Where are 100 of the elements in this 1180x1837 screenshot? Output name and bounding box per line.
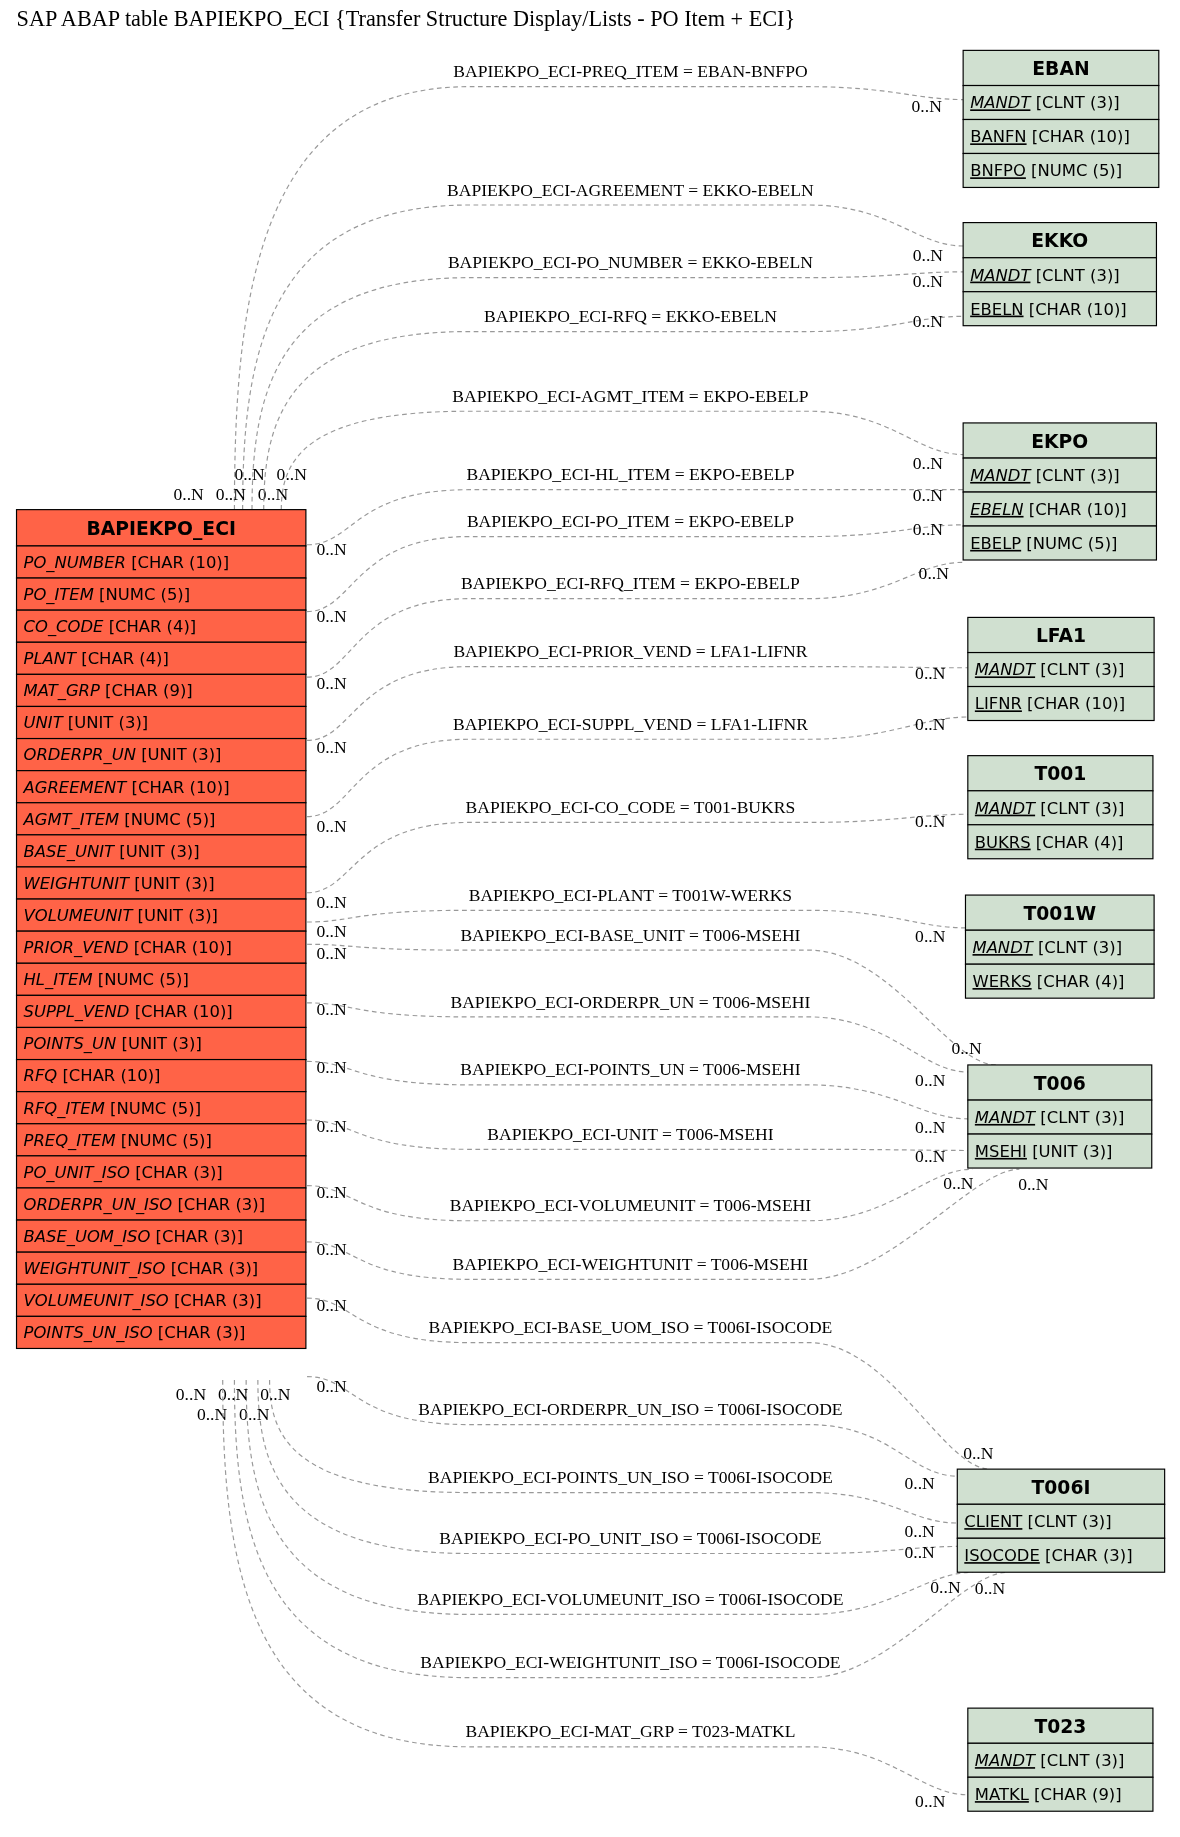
cardinality-label: 0..N (316, 921, 347, 942)
cardinality-label: 0..N (915, 663, 946, 684)
relation-label: BAPIEKPO_ECI-PO_UNIT_ISO = T006I-ISOCODE (439, 1528, 822, 1549)
field-label: AGMT_ITEM [NUMC (5)] (23, 809, 216, 829)
cardinality-label: 0..N (316, 1294, 347, 1315)
field-label: RFQ_ITEM [NUMC (5)] (23, 1098, 202, 1118)
field-label: MANDT [CLNT (3)] (974, 798, 1125, 818)
cardinality-label: 0..N (196, 1403, 228, 1424)
cardinality-label: 0..N (316, 1057, 347, 1078)
cardinality-label: 0..N (915, 1070, 946, 1091)
field-label: PO_UNIT_ISO [CHAR (3)] (23, 1162, 223, 1182)
cardinality-label: 0..N (912, 519, 943, 540)
cardinality-label: 0..N (257, 484, 289, 505)
relation-label: BAPIEKPO_ECI-RFQ = EKKO-EBELN (484, 306, 777, 327)
field-label: VOLUMEUNIT_ISO [CHAR (3)] (23, 1291, 262, 1311)
relation-label: BAPIEKPO_ECI-PRIOR_VEND = LFA1-LIFNR (453, 641, 808, 662)
cardinality-label: 0..N (904, 1521, 935, 1542)
relation-label: BAPIEKPO_ECI-BASE_UOM_ISO = T006I-ISOCODE (428, 1317, 833, 1338)
relation-label: BAPIEKPO_ECI-VOLUMEUNIT = T006-MSEHI (449, 1195, 812, 1216)
relation-label: BAPIEKPO_ECI-WEIGHTUNIT_ISO = T006I-ISOCODE (420, 1652, 841, 1673)
field-label: BASE_UNIT [UNIT (3)] (23, 841, 200, 861)
cardinality-label: 0..N (915, 713, 946, 734)
table-name: T001 (1034, 763, 1087, 785)
field-label: ORDERPR_UN [UNIT (3)] (23, 745, 222, 765)
cardinality-label: 0..N (316, 737, 347, 758)
field-label: MANDT [CLNT (3)] (974, 1751, 1125, 1771)
cardinality-label: 0..N (974, 1578, 1006, 1599)
field-label: PO_ITEM [NUMC (5)] (23, 584, 191, 604)
field-label: ISOCODE [CHAR (3)] (964, 1546, 1133, 1566)
field-label: POINTS_UN [UNIT (3)] (23, 1034, 202, 1054)
table-name: T006 (1033, 1072, 1086, 1094)
table-name: T023 (1034, 1715, 1087, 1737)
relation-label: BAPIEKPO_ECI-PO_NUMBER = EKKO-EBELN (447, 252, 813, 273)
cardinality-label: 0..N (316, 1115, 347, 1136)
field-label: PLANT [CHAR (4)] (23, 649, 169, 669)
field-label: CO_CODE [CHAR (4)] (23, 617, 197, 637)
table-name: EKKO (1031, 230, 1089, 252)
field-label: MANDT [CLNT (3)] (970, 465, 1120, 485)
cardinality-label: 0..N (904, 1473, 935, 1494)
cardinality-label: 0..N (951, 1038, 982, 1059)
relation-label: BAPIEKPO_ECI-SUPPL_VEND = LFA1-LIFNR (452, 713, 808, 734)
cardinality-label: 0..N (915, 1146, 946, 1167)
relation-label: BAPIEKPO_ECI-WEIGHTUNIT = T006-MSEHI (452, 1253, 809, 1274)
field-label: EBELN [CHAR (10)] (970, 299, 1127, 319)
table-name: T001W (1023, 902, 1097, 924)
cardinality-label: 0..N (260, 1384, 291, 1404)
cardinality-label: 0..N (175, 1384, 207, 1404)
relation-label: BAPIEKPO_ECI-PO_ITEM = EKPO-EBELP (466, 511, 794, 532)
field-label: BUKRS [CHAR (4)] (974, 832, 1124, 852)
field-label: EBELN [CHAR (10)] (970, 499, 1127, 519)
cardinality-label: 0..N (316, 815, 347, 836)
field-label: VOLUMEUNIT [UNIT (3)] (23, 905, 218, 925)
relation-label: BAPIEKPO_ECI-ORDERPR_UN_ISO = T006I-ISOCODE (418, 1399, 843, 1420)
cardinality-label: 0..N (915, 1790, 946, 1811)
cardinality-label: 0..N (218, 1384, 249, 1404)
relation-label: BAPIEKPO_ECI-UNIT = T006-MSEHI (487, 1123, 774, 1144)
diagram-title: SAP ABAP table BAPIEKPO_ECI {Transfer Structure Display/Lists - PO Item + ECI} (16, 5, 796, 31)
relation-label: BAPIEKPO_ECI-CO_CODE = T001-BUKRS (465, 797, 796, 818)
cardinality-label: 0..N (963, 1442, 994, 1463)
field-label: MATKL [CHAR (9)] (974, 1785, 1122, 1805)
field-label: MANDT [CLNT (3)] (974, 660, 1125, 680)
field-label: ORDERPR_UN_ISO [CHAR (3)] (23, 1194, 266, 1214)
relation-label: BAPIEKPO_ECI-PLANT = T001W-WERKS (468, 884, 793, 905)
relation-label: BAPIEKPO_ECI-PREQ_ITEM = EBAN-BNFPO (453, 61, 808, 82)
cardinality-label: 0..N (912, 485, 943, 506)
field-label: MAT_GRP [CHAR (9)] (23, 681, 193, 701)
cardinality-label: 0..N (1018, 1174, 1049, 1195)
field-label: MANDT [CLNT (3)] (970, 93, 1120, 113)
relation-label: BAPIEKPO_ECI-HL_ITEM = EKPO-EBELP (466, 464, 795, 485)
relation-label: BAPIEKPO_ECI-RFQ_ITEM = EKPO-EBELP (461, 573, 800, 594)
relation-label: BAPIEKPO_ECI-POINTS_UN = T006-MSEHI (460, 1059, 801, 1080)
table-name: EKPO (1031, 430, 1089, 452)
field-label: MANDT [CLNT (3)] (974, 1107, 1125, 1127)
cardinality-label: 0..N (234, 464, 265, 485)
field-label: LIFNR [CHAR (10)] (974, 694, 1126, 714)
field-label: BASE_UOM_ISO [CHAR (3)] (23, 1226, 244, 1246)
field-label: MSEHI [UNIT (3)] (974, 1141, 1113, 1161)
relation-label: BAPIEKPO_ECI-AGMT_ITEM = EKPO-EBELP (452, 385, 809, 406)
relation-label: BAPIEKPO_ECI-MAT_GRP = T023-MATKL (465, 1721, 796, 1742)
relation-label: BAPIEKPO_ECI-ORDERPR_UN = T006-MSEHI (450, 991, 811, 1012)
relation-label: BAPIEKPO_ECI-BASE_UNIT = T006-MSEHI (460, 924, 801, 945)
field-label: POINTS_UN_ISO [CHAR (3)] (23, 1323, 246, 1343)
field-label: WEIGHTUNIT [UNIT (3)] (23, 873, 215, 893)
cardinality-label: 0..N (173, 484, 204, 505)
cardinality-label: 0..N (316, 606, 347, 627)
table-name: LFA1 (1035, 625, 1087, 646)
cardinality-label: 0..N (912, 452, 943, 473)
field-label: RFQ [CHAR (10)] (23, 1066, 161, 1086)
relation-label: BAPIEKPO_ECI-AGREEMENT = EKKO-EBELN (447, 179, 814, 200)
field-label: AGREEMENT [CHAR (10)] (23, 777, 230, 797)
cardinality-label: 0..N (930, 1577, 961, 1598)
cardinality-label: 0..N (316, 1375, 347, 1396)
cardinality-label: 0..N (316, 1238, 347, 1259)
field-label: WERKS [CHAR (4)] (972, 972, 1125, 992)
table-name: T006I (1031, 1476, 1091, 1498)
cardinality-label: 0..N (215, 484, 246, 505)
cardinality-label: 0..N (276, 464, 307, 485)
cardinality-label: 0..N (918, 562, 949, 583)
relation-label: BAPIEKPO_ECI-POINTS_UN_ISO = T006I-ISOCODE (428, 1467, 833, 1488)
relation-label: BAPIEKPO_ECI-VOLUMEUNIT_ISO = T006I-ISOCODE (417, 1589, 844, 1610)
